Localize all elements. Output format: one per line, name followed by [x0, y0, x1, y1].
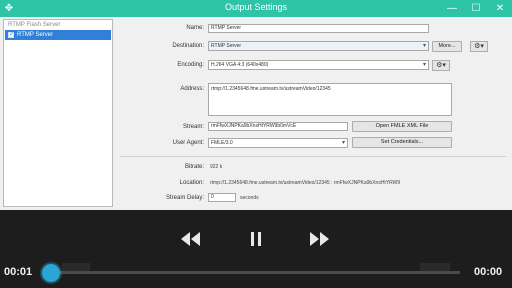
location-label: Location:: [179, 180, 204, 186]
total-time: 00:00: [474, 266, 503, 278]
encoding-label: Encoding:: [177, 62, 204, 68]
destination-gear-icon[interactable]: ⚙▾: [470, 41, 488, 52]
chevron-down-icon: ▾: [422, 62, 426, 68]
address-label: Address:: [180, 86, 204, 92]
output-item-rtmp-server[interactable]: ✓ RTMP Server: [5, 30, 111, 40]
settings-form: Name: RTMP Server Destination: RTMP Serv…: [114, 17, 512, 210]
name-label: Name:: [186, 25, 204, 31]
stream-label: Stream:: [182, 124, 204, 130]
title-bar: ✥ Output Settings — ☐ ✕: [0, 0, 512, 17]
seek-bar[interactable]: [44, 271, 460, 274]
bitrate-label: Bitrate:: [184, 164, 204, 170]
stream-field[interactable]: rmFfwXJNPKa9bXnsHtYRW9b0mVcE: [208, 122, 348, 131]
output-settings-window: RTMP Flash Server ✓ RTMP Server Name: RT…: [0, 17, 512, 210]
user-agent-select[interactable]: FMLE/3.0 ▾: [208, 138, 348, 148]
output-item-label: RTMP Server: [17, 32, 54, 38]
user-agent-value: FMLE/3.0: [211, 140, 233, 146]
destination-value: RTMP Server: [211, 43, 242, 49]
set-credentials-button[interactable]: Set Credentials...: [352, 137, 452, 148]
output-list: RTMP Flash Server ✓ RTMP Server: [3, 19, 113, 207]
bitrate-value: 922 k: [210, 164, 223, 170]
media-player-controls: 00:01 00:00: [0, 210, 512, 288]
stream-delay-unit: seconds: [240, 195, 259, 201]
divider: [120, 156, 506, 157]
current-time: 00:01: [4, 266, 33, 278]
destination-select[interactable]: RTMP Server ▾: [208, 41, 429, 51]
stream-delay-label: Stream Delay:: [165, 195, 204, 201]
chevron-down-icon: ▾: [341, 140, 345, 146]
stream-delay-field[interactable]: 0: [208, 193, 236, 202]
seek-handle[interactable]: [42, 264, 60, 282]
rewind-icon[interactable]: [178, 229, 202, 249]
address-field[interactable]: rtmp://1.2345648.fme.ustream.tv/ustreamV…: [208, 83, 452, 116]
encoding-gear-icon[interactable]: ⚙▾: [432, 60, 450, 71]
close-button[interactable]: ✕: [488, 0, 512, 17]
more-button[interactable]: More...: [432, 41, 462, 52]
open-fmle-xml-button[interactable]: Open FMLE XML File: [352, 121, 452, 132]
window-title: Output Settings: [224, 2, 288, 12]
encoding-select[interactable]: H.264 VGA 4:3 (640x480) ▾: [208, 60, 429, 70]
fast-forward-icon[interactable]: [308, 229, 332, 249]
encoding-value: H.264 VGA 4:3 (640x480): [211, 62, 269, 68]
background-artifact: [420, 263, 450, 271]
user-agent-label: User Agent:: [172, 140, 204, 146]
background-artifact: [62, 263, 90, 271]
name-field[interactable]: RTMP Server: [208, 24, 429, 33]
location-value: rtmp://1.2345648.fme.ustream.tv/ustreamV…: [210, 180, 401, 186]
chevron-down-icon: ▾: [422, 43, 426, 49]
maximize-button[interactable]: ☐: [464, 0, 488, 17]
destination-label: Destination:: [172, 43, 204, 49]
output-group-header: RTMP Flash Server: [8, 22, 61, 28]
minimize-button[interactable]: —: [440, 0, 464, 17]
output-enabled-checkbox[interactable]: ✓: [8, 32, 14, 38]
pause-icon[interactable]: [244, 229, 268, 249]
